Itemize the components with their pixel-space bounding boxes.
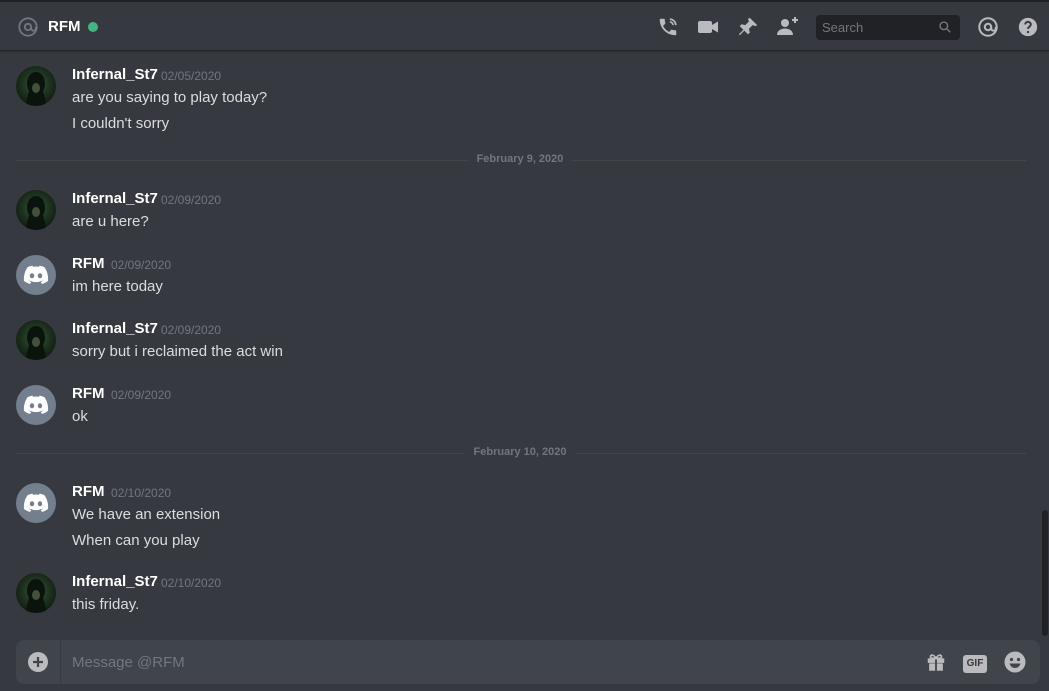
message-composer: GIF	[16, 640, 1040, 684]
message-text: ok	[72, 408, 88, 425]
composer-divider	[60, 640, 61, 684]
add-friend-icon[interactable]	[776, 15, 800, 39]
online-status-indicator	[88, 22, 98, 32]
message-timestamp: 02/09/2020	[111, 388, 172, 402]
channel-header: RFM	[0, 0, 1049, 51]
message-text: sorry but i reclaimed the act win	[72, 343, 283, 360]
avatar[interactable]	[16, 190, 56, 230]
avatar[interactable]	[16, 66, 56, 106]
discord-logo-icon	[23, 493, 49, 512]
avatar[interactable]	[16, 255, 56, 295]
video-call-icon[interactable]	[696, 15, 720, 39]
message-text: are you saying to play today?	[72, 89, 268, 106]
message-author[interactable]: Infernal_St7	[72, 190, 158, 207]
message-timestamp: 02/05/2020	[161, 69, 222, 83]
message-text: We have an extension	[72, 506, 221, 523]
avatar[interactable]	[16, 320, 56, 360]
date-divider-label: February 9, 2020	[468, 153, 572, 165]
message-author[interactable]: Infernal_St7	[72, 320, 158, 337]
message-text: this friday.	[72, 596, 140, 613]
message-text: are u here?	[72, 213, 149, 230]
gift-icon[interactable]	[924, 650, 948, 674]
message-timestamp: 02/09/2020	[161, 193, 222, 207]
at-icon	[17, 16, 39, 38]
message-author[interactable]: RFM	[72, 255, 105, 272]
message-text: I couldn't sorry	[72, 115, 170, 132]
emoji-icon[interactable]	[1003, 650, 1027, 674]
search-icon	[938, 20, 952, 34]
message-timestamp: 02/09/2020	[111, 258, 172, 272]
voice-call-icon[interactable]	[656, 15, 680, 39]
date-divider-label: February 10, 2020	[465, 446, 575, 458]
discord-logo-icon	[23, 265, 49, 284]
discord-logo-icon	[23, 395, 49, 414]
message-text: When can you play	[72, 532, 200, 549]
message-timestamp: 02/09/2020	[161, 323, 222, 337]
message-author[interactable]: RFM	[72, 385, 105, 402]
message-timestamp: 02/10/2020	[111, 486, 172, 500]
avatar[interactable]	[16, 483, 56, 523]
message-author[interactable]: Infernal_St7	[72, 66, 158, 83]
mention-icon[interactable]	[976, 15, 1000, 39]
pin-icon[interactable]	[736, 15, 760, 39]
message-timestamp: 02/10/2020	[161, 576, 222, 590]
message-input[interactable]	[72, 640, 912, 684]
help-icon[interactable]	[1016, 15, 1040, 39]
add-attachment-button[interactable]	[28, 652, 48, 672]
message-list: Infernal_St7 02/05/2020 are you saying t…	[0, 52, 1040, 632]
gif-picker-button[interactable]: GIF	[963, 650, 987, 674]
scrollbar-thumb[interactable]	[1042, 510, 1048, 636]
avatar[interactable]	[16, 573, 56, 613]
page-title: RFM	[48, 18, 81, 35]
message-author[interactable]: Infernal_St7	[72, 573, 158, 590]
message-author[interactable]: RFM	[72, 483, 105, 500]
plus-icon	[33, 657, 43, 667]
gif-label: GIF	[963, 654, 987, 673]
message-text: im here today	[72, 278, 163, 295]
avatar[interactable]	[16, 385, 56, 425]
